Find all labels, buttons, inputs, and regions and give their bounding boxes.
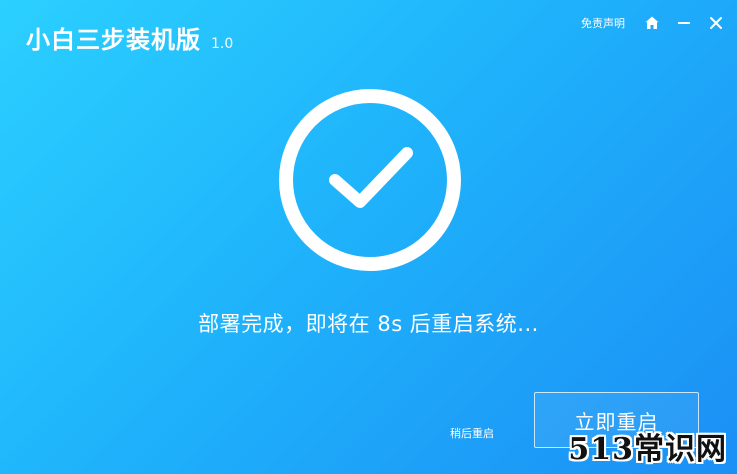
minimize-icon[interactable] xyxy=(673,12,695,34)
restart-later-link[interactable]: 稍后重启 xyxy=(450,425,494,441)
window-controls: 免责声明 xyxy=(581,12,727,34)
status-message: 部署完成，即将在 8s 后重启系统... xyxy=(198,312,539,336)
disclaimer-link[interactable]: 免责声明 xyxy=(581,15,625,31)
close-icon[interactable] xyxy=(705,12,727,34)
home-icon[interactable] xyxy=(641,12,663,34)
app-title: 小白三步装机版 1.0 xyxy=(26,20,233,55)
app-name: 小白三步装机版 xyxy=(26,26,201,54)
installer-window: 小白三步装机版 1.0 免责声明 部署完成，即将在 8s 后重启系统... 稍后… xyxy=(0,0,737,474)
check-circle-icon xyxy=(279,89,461,271)
watermark-text: 513常识网 xyxy=(568,432,727,467)
app-version: 1.0 xyxy=(211,36,234,52)
